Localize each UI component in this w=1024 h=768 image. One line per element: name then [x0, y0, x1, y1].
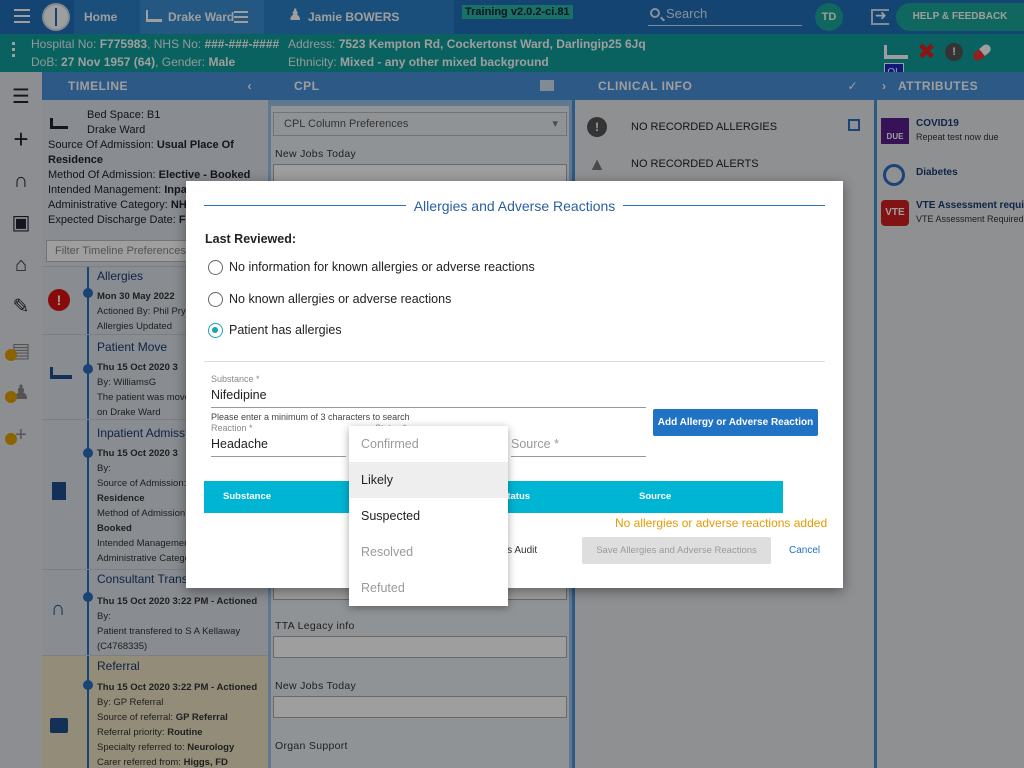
radio-circle[interactable]: [208, 292, 223, 307]
status-option-suspected[interactable]: Suspected: [349, 498, 508, 534]
reaction-input[interactable]: Headache: [211, 437, 268, 451]
column-source: Source: [639, 491, 672, 502]
radio-no-known-allergies[interactable]: No known allergies or adverse reactions: [208, 291, 568, 309]
save-allergies-button[interactable]: Save Allergies and Adverse Reactions: [582, 537, 771, 564]
empty-table-message: No allergies or adverse reactions added: [615, 516, 828, 530]
last-reviewed-label: Last Reviewed:: [205, 232, 297, 246]
column-substance: Substance: [223, 491, 272, 502]
radio-label: Patient has allergies: [229, 323, 342, 337]
source-input[interactable]: Source *: [511, 437, 559, 451]
status-option-likely[interactable]: Likely: [349, 462, 508, 498]
radio-circle-selected[interactable]: [208, 323, 223, 338]
status-dropdown: Confirmed Likely Suspected Resolved Refu…: [349, 426, 508, 606]
radio-label: No information for known allergies or ad…: [229, 260, 535, 274]
allergies-modal: Allergies and Adverse Reactions Last Rev…: [186, 181, 843, 588]
add-allergy-button[interactable]: Add Allergy or Adverse Reaction: [653, 409, 818, 436]
radio-has-allergies[interactable]: Patient has allergies: [208, 322, 568, 340]
substance-label: Substance *: [211, 374, 260, 384]
reaction-label: Reaction *: [211, 423, 253, 433]
radio-label: No known allergies or adverse reactions: [229, 292, 452, 306]
radio-circle[interactable]: [208, 260, 223, 275]
status-option-confirmed: Confirmed: [361, 437, 419, 451]
modal-title: Allergies and Adverse Reactions: [186, 198, 843, 214]
source-underline: [511, 456, 646, 457]
substance-underline: [211, 407, 646, 408]
reaction-underline: [211, 456, 346, 457]
substance-hint: Please enter a minimum of 3 characters t…: [211, 412, 410, 422]
substance-input[interactable]: Nifedipine: [211, 388, 267, 402]
status-option-refuted: Refuted: [361, 581, 405, 595]
status-option-resolved: Resolved: [361, 545, 414, 559]
cancel-button[interactable]: Cancel: [789, 545, 820, 556]
radio-no-information[interactable]: No information for known allergies or ad…: [208, 259, 568, 277]
divider: [204, 361, 825, 362]
